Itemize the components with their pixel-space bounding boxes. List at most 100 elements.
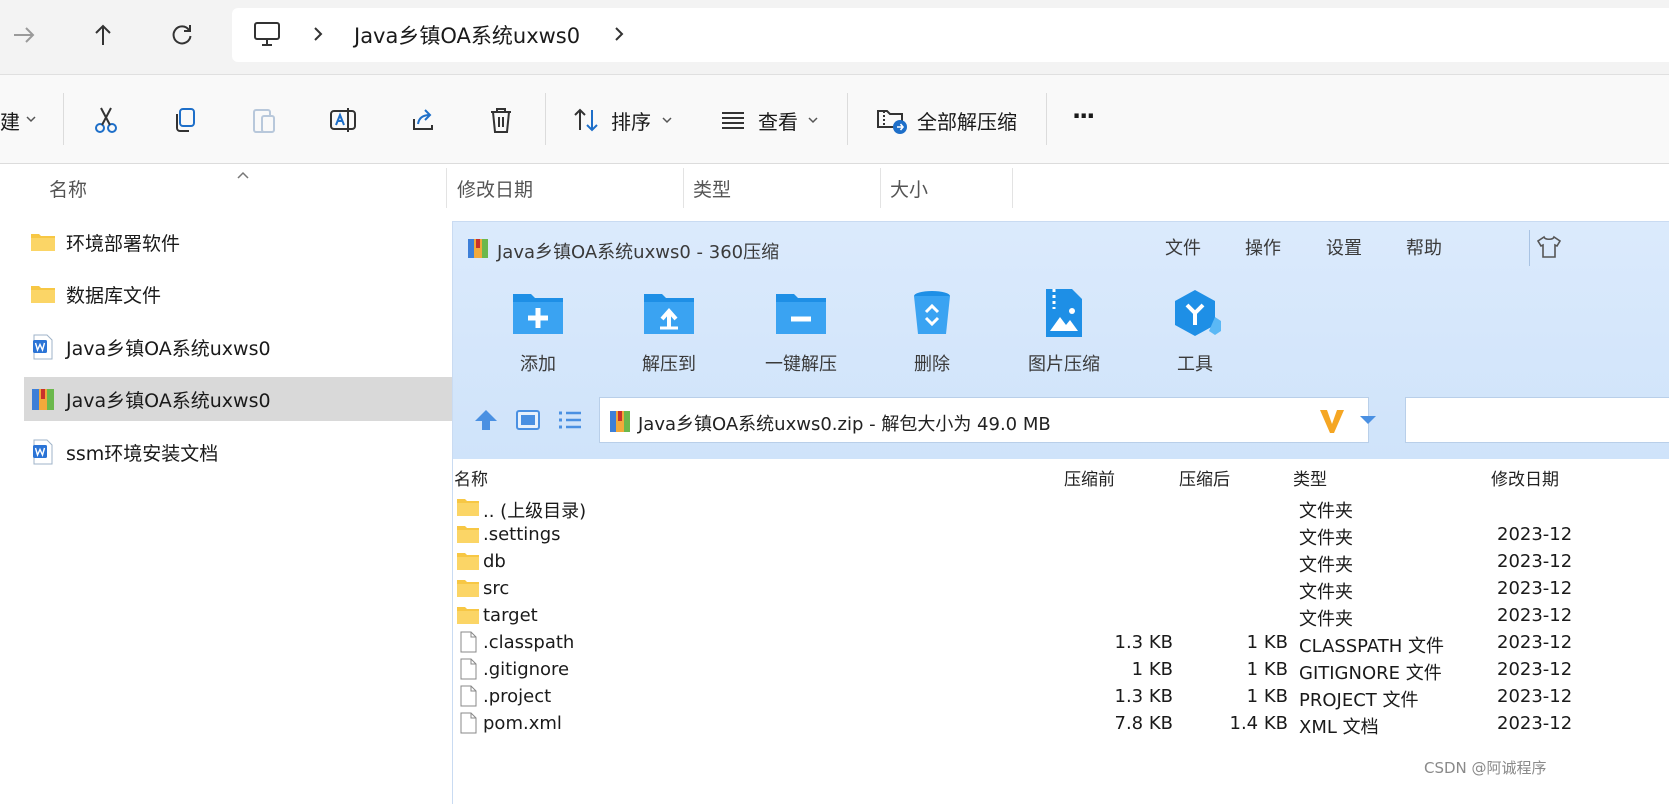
- file-name: Java乡镇OA系统uxws0: [66, 389, 271, 412]
- toolbar-divider: [1046, 93, 1047, 145]
- new-button-label[interactable]: 建: [0, 106, 20, 135]
- image-compress-button[interactable]: 图片压缩: [1014, 286, 1114, 376]
- chevron-right-icon[interactable]: [310, 24, 326, 48]
- file-icon: [460, 712, 477, 734]
- dropdown-arrow-icon[interactable]: [1358, 412, 1378, 431]
- column-type[interactable]: 类型: [1293, 465, 1327, 490]
- table-row[interactable]: pom.xml 7.8 KB 1.4 KB XML 文档 2023-12: [453, 710, 1669, 738]
- row-type: CLASSPATH 文件: [1299, 636, 1445, 657]
- folder-icon: [30, 281, 56, 307]
- table-row[interactable]: .project 1.3 KB 1 KB PROJECT 文件 2023-12: [453, 683, 1669, 711]
- row-date: 2023-12: [1497, 713, 1573, 734]
- extract-all-button[interactable]: 全部解压缩: [917, 106, 1017, 135]
- sort-button[interactable]: 排序: [611, 106, 651, 135]
- up-button[interactable]: [85, 17, 121, 53]
- row-size-after: 1 KB: [1246, 659, 1288, 680]
- list-item[interactable]: 数据库文件: [24, 272, 452, 316]
- delete-button[interactable]: 删除: [882, 286, 982, 376]
- column-name[interactable]: 名称: [49, 175, 87, 202]
- column-type[interactable]: 类型: [693, 175, 731, 202]
- watermark: CSDN @阿诚程序: [1424, 759, 1547, 777]
- extract-to-label: 解压到: [642, 354, 696, 375]
- column-size[interactable]: 大小: [890, 175, 928, 202]
- row-type: XML 文档: [1299, 717, 1379, 738]
- folder-icon: [457, 499, 479, 516]
- skin-shirt-icon[interactable]: [1535, 234, 1563, 264]
- column-divider[interactable]: [683, 168, 684, 208]
- list-view-button[interactable]: [557, 409, 583, 435]
- row-date: 2023-12: [1497, 605, 1573, 626]
- image-compress-label: 图片压缩: [1028, 354, 1100, 375]
- chevron-right-icon[interactable]: [611, 24, 627, 48]
- column-divider[interactable]: [880, 168, 881, 208]
- search-input[interactable]: [1405, 397, 1669, 443]
- delete-button[interactable]: [481, 100, 521, 140]
- column-before[interactable]: 压缩前: [1064, 465, 1115, 490]
- row-size-before: 1.3 KB: [1114, 632, 1174, 653]
- row-type: 文件夹: [1299, 501, 1353, 522]
- breadcrumb-current[interactable]: Java乡镇OA系统uxws0: [354, 20, 580, 50]
- archive-path-field[interactable]: Java乡镇OA系统uxws0.zip - 解包大小为 49.0 MB: [599, 397, 1376, 443]
- zip-header: Java乡镇OA系统uxws0 - 360压缩 文件 操作 设置 帮助 添加 解…: [453, 222, 1669, 459]
- column-divider[interactable]: [446, 168, 447, 208]
- table-row[interactable]: .settings 文件夹 2023-12: [453, 521, 1669, 549]
- menu-help[interactable]: 帮助: [1406, 234, 1442, 260]
- add-label: 添加: [520, 354, 556, 375]
- row-type: 文件夹: [1299, 582, 1353, 603]
- menu-operation[interactable]: 操作: [1245, 234, 1281, 260]
- row-type: 文件夹: [1299, 609, 1353, 630]
- view-button[interactable]: 查看: [758, 106, 798, 135]
- chevron-down-icon[interactable]: [24, 111, 38, 130]
- list-item-selected[interactable]: Java乡镇OA系统uxws0: [24, 377, 452, 421]
- table-row[interactable]: db 文件夹 2023-12: [453, 548, 1669, 576]
- table-row[interactable]: target 文件夹 2023-12: [453, 602, 1669, 630]
- forward-button[interactable]: [6, 17, 42, 53]
- column-modified[interactable]: 修改日期: [1491, 465, 1559, 490]
- scissors-icon: [95, 107, 117, 133]
- zip-window: Java乡镇OA系统uxws0 - 360压缩 文件 操作 设置 帮助 添加 解…: [452, 221, 1669, 804]
- file-name: Java乡镇OA系统uxws0: [66, 337, 271, 360]
- file-icon: [460, 631, 477, 653]
- row-date: 2023-12: [1497, 524, 1573, 545]
- chevron-down-icon[interactable]: [660, 112, 674, 131]
- row-date: 2023-12: [1497, 632, 1573, 653]
- column-after[interactable]: 压缩后: [1179, 465, 1230, 490]
- table-row[interactable]: .gitignore 1 KB 1 KB GITIGNORE 文件 2023-1…: [453, 656, 1669, 684]
- file-name: 环境部署软件: [66, 232, 181, 255]
- table-row[interactable]: .. (上级目录) 文件夹: [453, 494, 1669, 522]
- column-modified[interactable]: 修改日期: [457, 175, 533, 202]
- one-click-extract-button[interactable]: 一键解压: [751, 286, 851, 376]
- extract-to-button[interactable]: 解压到: [619, 286, 719, 376]
- list-item[interactable]: Java乡镇OA系统uxws0: [24, 325, 452, 369]
- more-options-button[interactable]: ···: [1072, 102, 1095, 130]
- paste-button[interactable]: [244, 100, 284, 140]
- list-item[interactable]: 环境部署软件: [24, 220, 452, 264]
- up-level-button[interactable]: [473, 408, 499, 436]
- chevron-down-icon[interactable]: [806, 112, 820, 131]
- share-button[interactable]: [403, 100, 443, 140]
- row-name: db: [483, 551, 506, 572]
- row-date: 2023-12: [1497, 551, 1573, 572]
- add-button[interactable]: 添加: [488, 286, 588, 376]
- tools-button[interactable]: 工具: [1145, 286, 1245, 376]
- list-item[interactable]: ssm环境安装文档: [24, 430, 452, 474]
- table-row[interactable]: src 文件夹 2023-12: [453, 575, 1669, 603]
- refresh-button[interactable]: [164, 17, 200, 53]
- row-name: src: [483, 578, 510, 599]
- row-size-after: 1.4 KB: [1229, 713, 1289, 734]
- row-size-after: 1 KB: [1246, 632, 1288, 653]
- row-date: 2023-12: [1497, 659, 1573, 680]
- rename-button[interactable]: [323, 100, 363, 140]
- row-name: target: [483, 605, 538, 626]
- cut-button[interactable]: [86, 100, 126, 140]
- archive-icon: [608, 408, 632, 438]
- column-divider[interactable]: [1012, 168, 1013, 208]
- thumbnail-view-button[interactable]: [515, 409, 541, 435]
- menu-settings[interactable]: 设置: [1326, 234, 1362, 260]
- menu-file[interactable]: 文件: [1165, 234, 1201, 260]
- sort-icon: [566, 100, 606, 140]
- copy-button[interactable]: [165, 100, 205, 140]
- row-date: 2023-12: [1497, 686, 1573, 707]
- table-row[interactable]: .classpath 1.3 KB 1 KB CLASSPATH 文件 2023…: [453, 629, 1669, 657]
- column-name[interactable]: 名称: [454, 465, 488, 490]
